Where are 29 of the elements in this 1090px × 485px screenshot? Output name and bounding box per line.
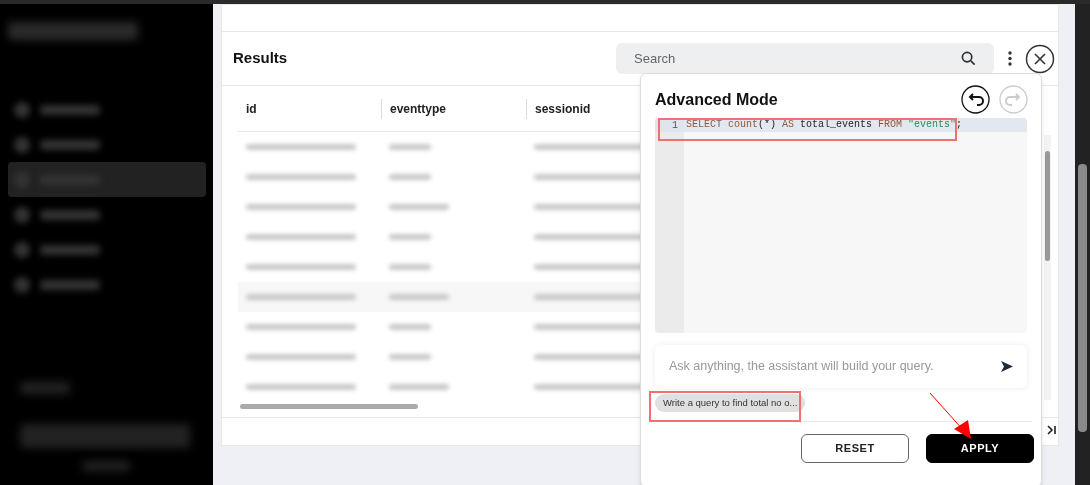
blurred-cell xyxy=(389,174,431,180)
blurred-cell xyxy=(389,324,431,330)
blurred-cell xyxy=(389,354,431,360)
more-options-icon[interactable] xyxy=(1008,51,1012,66)
column-header[interactable]: sessionid xyxy=(535,99,591,118)
column-header[interactable]: eventtype xyxy=(390,99,447,118)
window-scrollbar[interactable] xyxy=(1075,4,1090,485)
column-header[interactable]: id xyxy=(246,99,257,118)
annotation-arrow xyxy=(928,391,974,441)
suggestion-chip[interactable]: Write a query to find total no o... xyxy=(655,394,806,412)
panel-title: Advanced Mode xyxy=(655,89,778,110)
send-icon[interactable] xyxy=(1001,361,1013,372)
vertical-scrollbar[interactable] xyxy=(1044,135,1051,400)
undo-icon[interactable] xyxy=(961,85,990,114)
blurred-cell xyxy=(389,234,431,240)
blurred-label xyxy=(20,382,70,394)
blurred-cell xyxy=(389,144,431,150)
blurred-cell xyxy=(389,264,431,270)
blurred-cell xyxy=(389,294,449,300)
search-field[interactable]: Search xyxy=(616,43,994,74)
reset-button[interactable]: RESET xyxy=(801,434,909,463)
close-icon[interactable] xyxy=(1025,44,1055,74)
search-icon[interactable] xyxy=(961,51,976,66)
apply-button[interactable]: APPLY xyxy=(926,434,1034,463)
blurred-cell xyxy=(389,204,449,210)
results-title: Results xyxy=(233,48,288,69)
last-page-icon[interactable] xyxy=(1047,425,1057,435)
blurred-cell xyxy=(389,384,449,390)
horizontal-scrollbar[interactable] xyxy=(240,404,418,409)
